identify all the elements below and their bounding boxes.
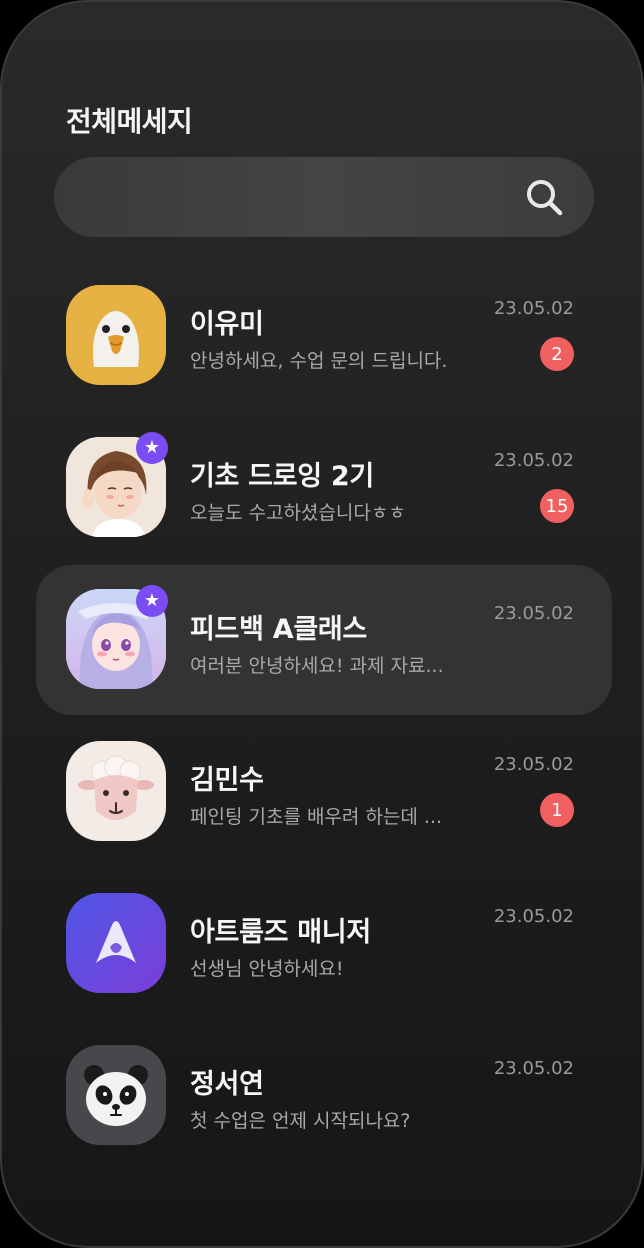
chat-name: 아트룸즈 매니저 (190, 917, 371, 948)
sheep-avatar (66, 741, 166, 841)
chat-preview: 안녕하세요, 수업 문의 드립니다. (190, 350, 448, 372)
eagle-avatar (66, 285, 166, 385)
page-title: 전체메세지 (66, 105, 193, 138)
chat-name: 기초 드로잉 2기 (190, 461, 374, 492)
chat-name: 김민수 (190, 765, 264, 796)
chat-name: 피드백 A클래스 (190, 614, 367, 645)
chat-preview: 오늘도 수고하셨습니다ㅎㅎ (190, 502, 406, 524)
chat-preview: 첫 수업은 언제 시작되나요? (190, 1110, 411, 1132)
chat-preview: 선생님 안녕하세요! (190, 958, 344, 980)
chat-date: 23.05.02 (493, 450, 574, 471)
chat-date: 23.05.02 (493, 754, 574, 775)
star-icon: ★ (136, 432, 168, 464)
unread-badge: 2 (540, 337, 574, 371)
chat-item[interactable]: 정서연 첫 수업은 언제 시작되나요? 23.05.02 (36, 1020, 612, 1170)
search-bar[interactable] (54, 157, 594, 237)
panda-avatar (66, 1045, 166, 1145)
artrooms-logo-avatar (66, 893, 166, 993)
unread-badge: 15 (540, 489, 574, 523)
chat-item[interactable]: 이유미 안녕하세요, 수업 문의 드립니다. 23.05.02 2 (36, 260, 612, 410)
search-icon[interactable] (524, 177, 564, 217)
chat-date: 23.05.02 (493, 906, 574, 927)
chat-name: 정서연 (190, 1069, 264, 1100)
chat-date: 23.05.02 (493, 603, 574, 624)
chat-date: 23.05.02 (493, 1058, 574, 1079)
chat-item[interactable]: 김민수 페인팅 기초를 배우려 하는데 ... 23.05.02 1 (36, 716, 612, 866)
star-icon: ★ (136, 585, 168, 617)
chat-item[interactable]: ★ 기초 드로잉 2기 오늘도 수고하셨습니다ㅎㅎ 23.05.02 15 (36, 412, 612, 562)
chat-preview: 페인팅 기초를 배우려 하는데 ... (190, 806, 443, 828)
chat-date: 23.05.02 (493, 298, 574, 319)
chat-item[interactable]: ★ 피드백 A클래스 여러분 안녕하세요! 과제 자료... 23.05.02 (36, 565, 612, 715)
chat-item[interactable]: 아트룸즈 매니저 선생님 안녕하세요! 23.05.02 (36, 868, 612, 1018)
phone-frame: 전체메세지 이유미 안녕하세요, 수업 문의 드립니다. 23.05.02 2 (0, 0, 644, 1248)
unread-badge: 1 (540, 793, 574, 827)
chat-preview: 여러분 안녕하세요! 과제 자료... (190, 655, 444, 677)
chat-name: 이유미 (190, 309, 264, 340)
